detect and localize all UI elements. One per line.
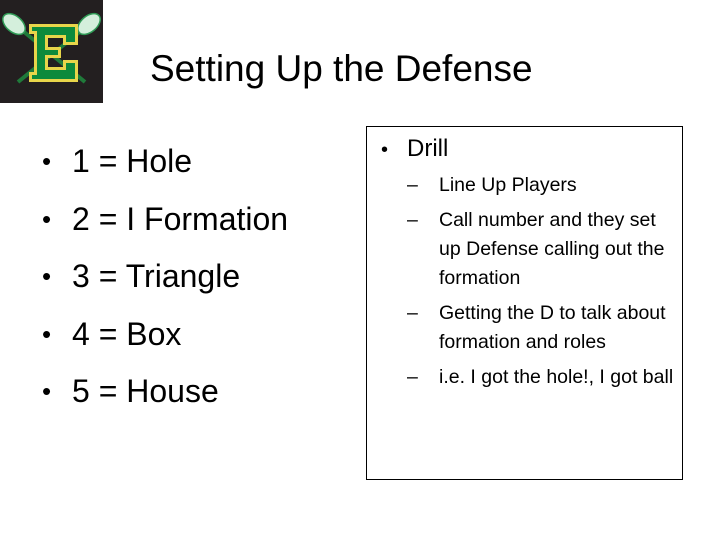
dash-icon: – — [407, 174, 418, 196]
formation-item: • 2 = I Formation — [42, 191, 288, 249]
formation-item: • 1 = Hole — [42, 133, 288, 191]
drill-step: – Getting the D to talk about formation a… — [407, 299, 682, 357]
formation-text: 5 = House — [72, 373, 219, 409]
drill-step-text: i.e. I got the hole!, I got ball — [439, 366, 674, 388]
bullet-icon: • — [42, 203, 52, 234]
dash-icon: – — [407, 302, 418, 324]
formation-list: • 1 = Hole • 2 = I Formation • 3 = Triangle… — [42, 133, 288, 421]
formation-text: 4 = Box — [72, 315, 182, 352]
formation-text: 3 = Triangle — [72, 258, 241, 294]
formation-item: • 5 = House — [42, 363, 288, 421]
bullet-icon: • — [42, 146, 52, 176]
drill-step: – Line Up Players — [407, 171, 682, 200]
bullet-icon: • — [42, 376, 52, 406]
team-logo — [0, 0, 103, 103]
formation-item: • 3 = Triangle — [42, 248, 288, 306]
bullet-icon: • — [381, 139, 389, 161]
dash-icon: – — [407, 209, 418, 231]
formation-item: • 4 = Box — [42, 306, 288, 364]
drill-text-box: • Drill – Line Up Players – Call number and… — [366, 126, 683, 480]
drill-heading: • Drill — [381, 131, 448, 168]
drill-step-text: Getting the D to talk about formation an… — [439, 302, 666, 353]
slide-title: Setting Up the Defense — [150, 48, 533, 89]
formation-text: 2 = I Formation — [72, 200, 289, 237]
bullet-icon: • — [42, 261, 52, 291]
drill-step: – i.e. I got the hole!, I got ball — [407, 363, 682, 392]
dash-icon: – — [407, 366, 418, 388]
drill-step: – Call number and they set up Defense cal… — [407, 206, 682, 293]
formation-text: 1 = Hole — [72, 143, 193, 179]
drill-step-text: Call number and they set up Defense call… — [439, 209, 665, 289]
drill-heading-text: Drill — [407, 135, 449, 162]
drill-step-text: Line Up Players — [439, 174, 577, 196]
lacrosse-e-logo-icon — [0, 0, 103, 103]
bullet-icon: • — [42, 318, 52, 349]
drill-steps: – Line Up Players – Call number and they s… — [407, 171, 682, 398]
